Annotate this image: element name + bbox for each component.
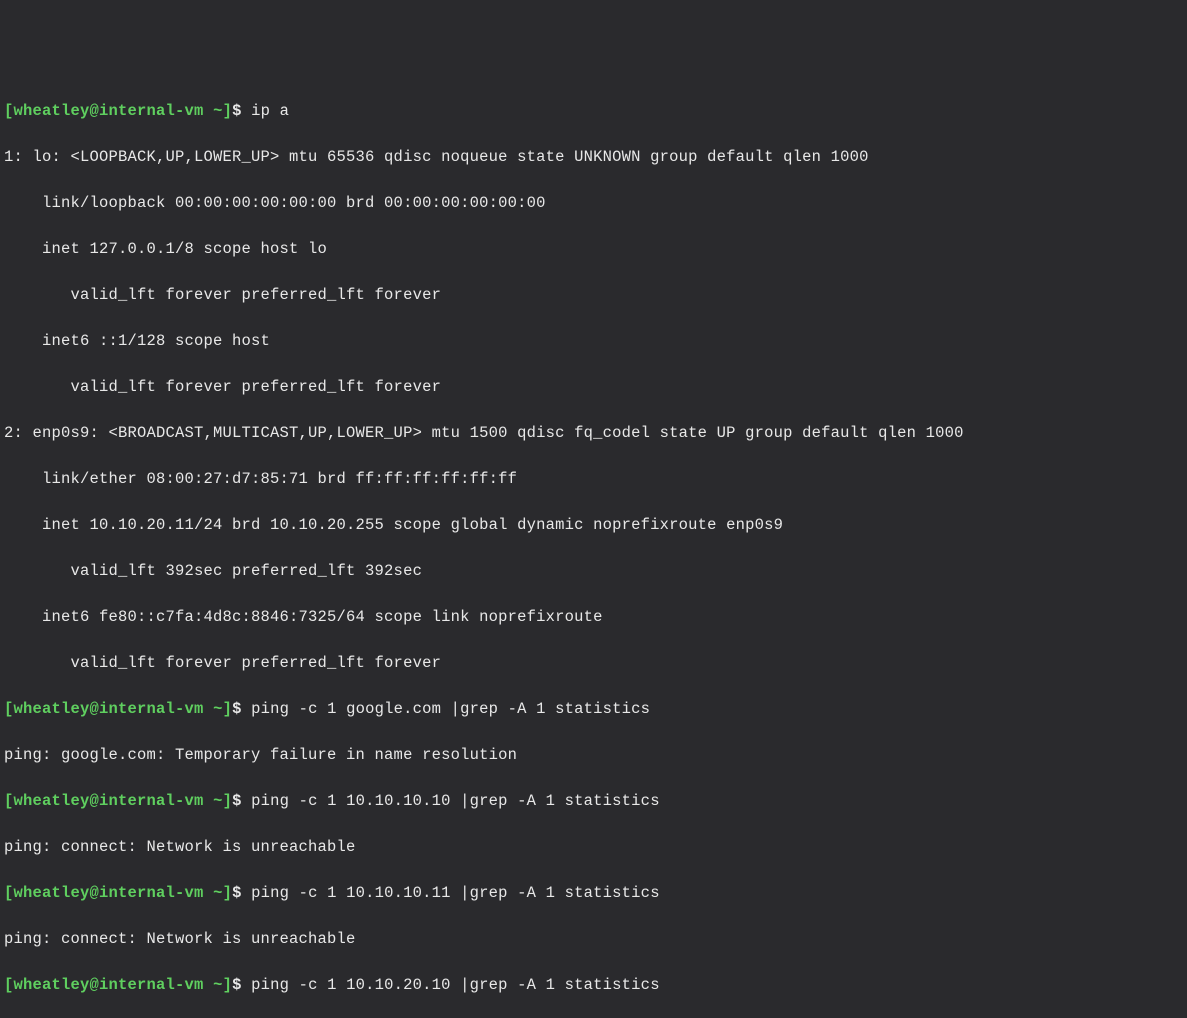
prompt-line-4: [wheatley@internal-vm ~]$ ping -c 1 10.1…: [4, 882, 1183, 905]
prompt-symbol: $: [232, 792, 251, 810]
output-line: inet 127.0.0.1/8 scope host lo: [4, 238, 1183, 261]
prompt-at: @: [90, 700, 100, 718]
prompt-user: wheatley: [14, 102, 90, 120]
output-line: 1: lo: <LOOPBACK,UP,LOWER_UP> mtu 65536 …: [4, 146, 1183, 169]
output-line: link/ether 08:00:27:d7:85:71 brd ff:ff:f…: [4, 468, 1183, 491]
output-line: link/loopback 00:00:00:00:00:00 brd 00:0…: [4, 192, 1183, 215]
prompt-line-3: [wheatley@internal-vm ~]$ ping -c 1 10.1…: [4, 790, 1183, 813]
prompt-user: wheatley: [14, 976, 90, 994]
prompt-symbol: $: [232, 102, 251, 120]
prompt-path: ~: [204, 102, 223, 120]
prompt-host: internal-vm: [99, 884, 204, 902]
terminal-output[interactable]: [wheatley@internal-vm ~]$ ip a 1: lo: <L…: [4, 100, 1183, 1018]
prompt-close-bracket: ]: [223, 700, 233, 718]
prompt-at: @: [90, 102, 100, 120]
output-line: ping: connect: Network is unreachable: [4, 836, 1183, 859]
command-ip-a: ip a: [251, 102, 289, 120]
prompt-path: ~: [204, 976, 223, 994]
prompt-symbol: $: [232, 884, 251, 902]
output-line: ping: google.com: Temporary failure in n…: [4, 744, 1183, 767]
prompt-close-bracket: ]: [223, 792, 233, 810]
prompt-path: ~: [204, 792, 223, 810]
prompt-host: internal-vm: [99, 976, 204, 994]
prompt-open-bracket: [: [4, 976, 14, 994]
prompt-path: ~: [204, 700, 223, 718]
prompt-open-bracket: [: [4, 700, 14, 718]
prompt-line-1: [wheatley@internal-vm ~]$ ip a: [4, 100, 1183, 123]
prompt-user: wheatley: [14, 792, 90, 810]
command-ping-10-10-20-10: ping -c 1 10.10.20.10 |grep -A 1 statist…: [251, 976, 660, 994]
prompt-host: internal-vm: [99, 700, 204, 718]
prompt-symbol: $: [232, 700, 251, 718]
prompt-close-bracket: ]: [223, 884, 233, 902]
output-line: inet 10.10.20.11/24 brd 10.10.20.255 sco…: [4, 514, 1183, 537]
output-line: valid_lft forever preferred_lft forever: [4, 284, 1183, 307]
output-line: inet6 fe80::c7fa:4d8c:8846:7325/64 scope…: [4, 606, 1183, 629]
prompt-open-bracket: [: [4, 884, 14, 902]
prompt-at: @: [90, 976, 100, 994]
prompt-close-bracket: ]: [223, 976, 233, 994]
prompt-at: @: [90, 792, 100, 810]
output-line: inet6 ::1/128 scope host: [4, 330, 1183, 353]
prompt-symbol: $: [232, 976, 251, 994]
prompt-path: ~: [204, 884, 223, 902]
prompt-at: @: [90, 884, 100, 902]
prompt-host: internal-vm: [99, 792, 204, 810]
prompt-close-bracket: ]: [223, 102, 233, 120]
prompt-line-2: [wheatley@internal-vm ~]$ ping -c 1 goog…: [4, 698, 1183, 721]
prompt-line-5: [wheatley@internal-vm ~]$ ping -c 1 10.1…: [4, 974, 1183, 997]
prompt-user: wheatley: [14, 700, 90, 718]
command-ping-10-10-10-11: ping -c 1 10.10.10.11 |grep -A 1 statist…: [251, 884, 660, 902]
output-line: valid_lft 392sec preferred_lft 392sec: [4, 560, 1183, 583]
output-line: valid_lft forever preferred_lft forever: [4, 376, 1183, 399]
prompt-open-bracket: [: [4, 792, 14, 810]
output-line: ping: connect: Network is unreachable: [4, 928, 1183, 951]
command-ping-10-10-10-10: ping -c 1 10.10.10.10 |grep -A 1 statist…: [251, 792, 660, 810]
output-line: valid_lft forever preferred_lft forever: [4, 652, 1183, 675]
prompt-host: internal-vm: [99, 102, 204, 120]
prompt-open-bracket: [: [4, 102, 14, 120]
prompt-user: wheatley: [14, 884, 90, 902]
output-line: 2: enp0s9: <BROADCAST,MULTICAST,UP,LOWER…: [4, 422, 1183, 445]
command-ping-google: ping -c 1 google.com |grep -A 1 statisti…: [251, 700, 650, 718]
